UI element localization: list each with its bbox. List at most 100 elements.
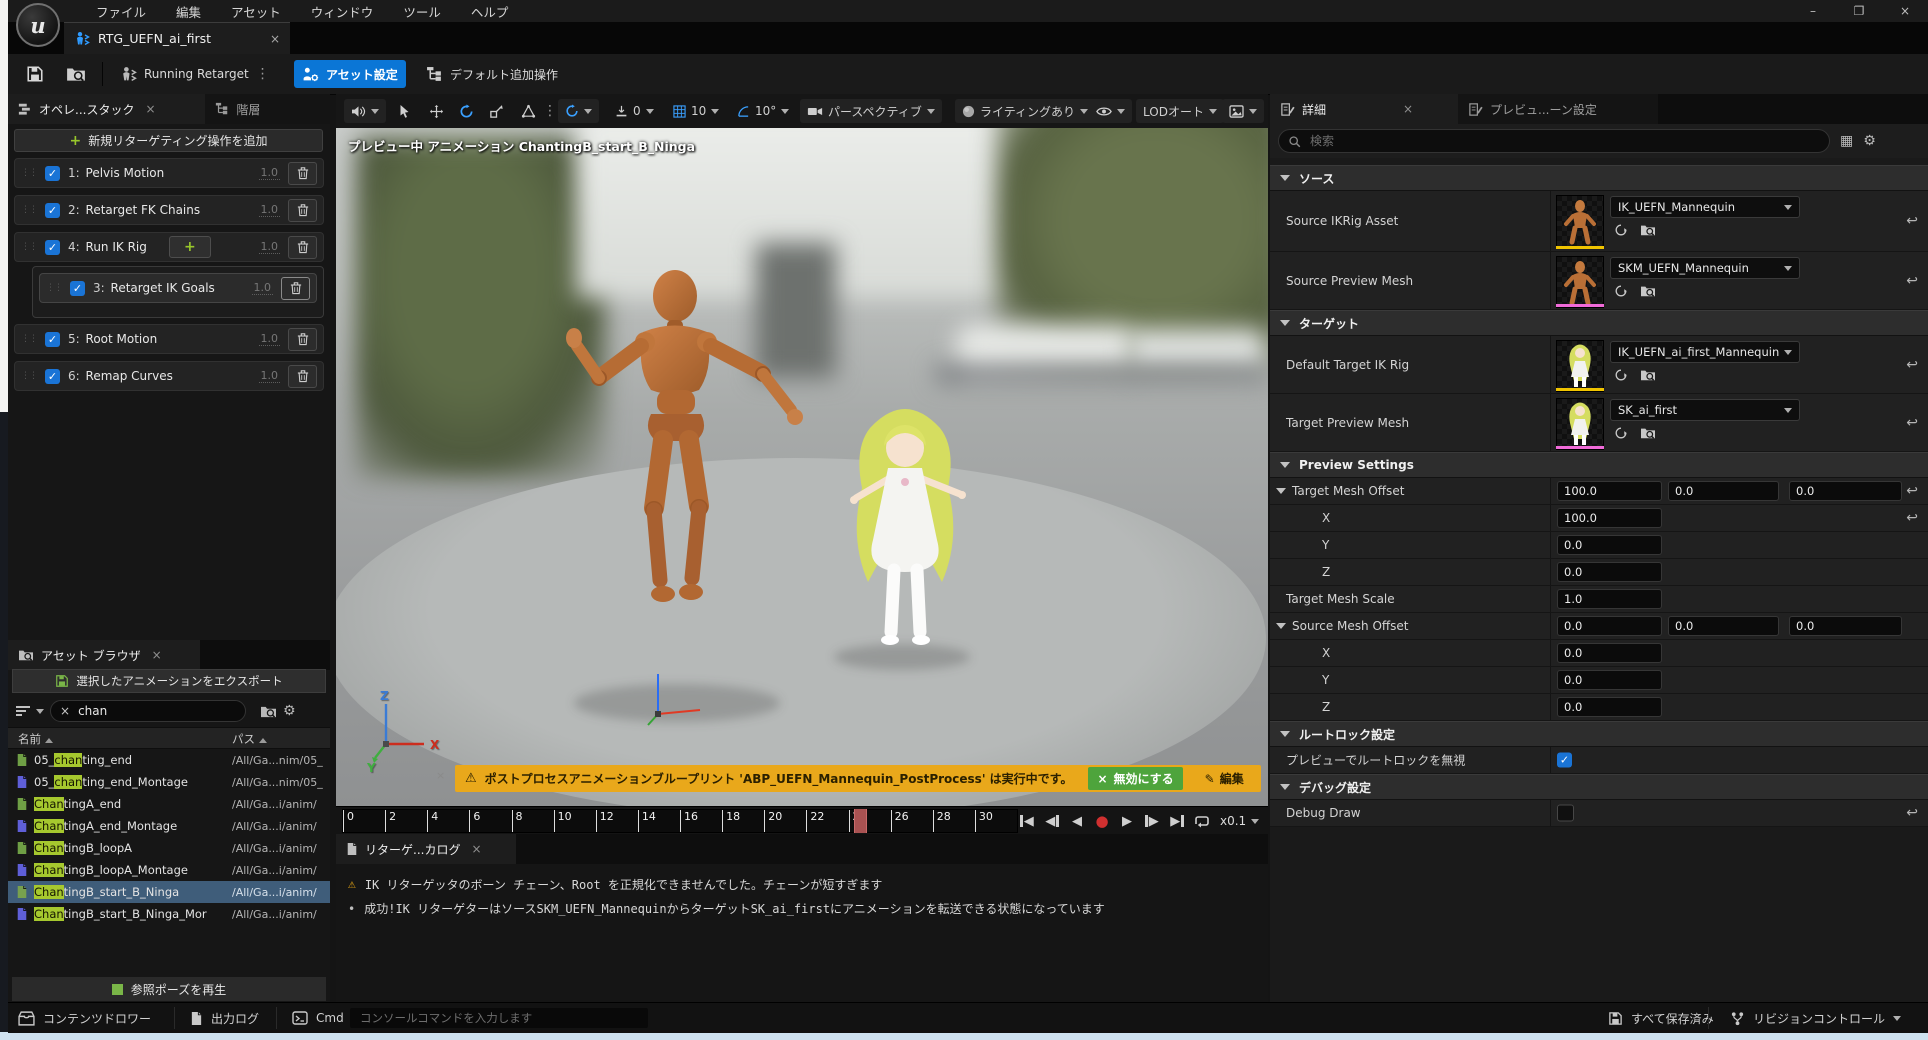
reset-icon[interactable]: ↩ (1906, 273, 1918, 289)
select-tool-button[interactable] (392, 99, 417, 123)
asset-search-box[interactable]: × (50, 700, 246, 722)
target-girl-character[interactable] (820, 386, 990, 661)
scale-field[interactable] (1557, 589, 1662, 609)
drag-handle-icon[interactable]: ⋮⋮ (46, 283, 62, 293)
play-button[interactable]: ▶ (1116, 809, 1138, 833)
op-row-remap-curves[interactable]: ⋮⋮ ✓ 6: Remap Curves 1.0 (14, 361, 324, 391)
op-checkbox[interactable]: ✓ (45, 240, 60, 255)
record-button[interactable]: ● (1091, 809, 1113, 833)
screenshot-button[interactable] (1222, 99, 1264, 123)
z-field[interactable] (1557, 562, 1662, 582)
add-child-op-button[interactable]: + (169, 236, 211, 258)
tab-details[interactable]: 詳細 × (1270, 94, 1458, 124)
op-weight[interactable]: 1.0 (259, 240, 281, 254)
tab-retarget-log[interactable]: リターゲ...カログ × (336, 834, 516, 864)
asset-browser-tab-close-icon[interactable]: × (152, 648, 162, 662)
op-stack-tab-close-icon[interactable]: × (145, 102, 155, 116)
browse-to-asset-icon[interactable] (1640, 223, 1656, 237)
reset-icon[interactable]: ↩ (1906, 357, 1918, 373)
console-command-input-box[interactable] (350, 1008, 648, 1028)
log-info-line[interactable]: • 成功!IK リターゲターはソースSKM_UEFN_Mannequinからター… (348, 900, 1105, 917)
loop-button[interactable] (1191, 809, 1213, 833)
console-input[interactable] (358, 1010, 640, 1026)
unreal-logo-icon[interactable]: u (16, 3, 60, 47)
section-preview-settings[interactable]: Preview Settings (1270, 452, 1928, 478)
scale-tool-button[interactable] (482, 99, 511, 123)
delete-op-button[interactable] (288, 162, 317, 185)
asset-row[interactable]: ChantingB_start_B_Ninga_Mor /All/Ga...i/… (8, 903, 330, 925)
use-selected-icon[interactable] (1614, 426, 1628, 440)
details-search-input[interactable] (1308, 133, 1792, 149)
browse-to-asset-icon[interactable] (1640, 284, 1656, 298)
default-chain-ops-button[interactable]: デフォルト追加操作 (418, 60, 566, 88)
coordinate-space-button[interactable] (514, 99, 543, 123)
show-flags-button[interactable] (1089, 99, 1132, 123)
edit-postprocess-button[interactable]: ✎ 編集 (1205, 770, 1244, 787)
asset-settings-button[interactable]: アセット設定 (294, 60, 406, 88)
offset-x-field[interactable] (1557, 481, 1662, 501)
section-source[interactable]: ソース (1270, 165, 1928, 191)
drag-handle-icon[interactable]: ⋮⋮ (21, 371, 37, 381)
reset-icon[interactable]: ↩ (1906, 510, 1918, 526)
section-target[interactable]: ターゲット (1270, 310, 1928, 336)
ignore-root-lock-checkbox[interactable]: ✓ (1557, 753, 1572, 768)
op-checkbox[interactable]: ✓ (45, 369, 60, 384)
tab-preview-scene-settings[interactable]: プレビュ...ーン設定 (1458, 94, 1658, 124)
play-reverse-button[interactable]: ◀ (1066, 809, 1088, 833)
go-to-end-button[interactable]: ▶ (1166, 809, 1188, 833)
go-to-start-button[interactable]: ◀ (1016, 809, 1038, 833)
debug-draw-checkbox[interactable] (1557, 805, 1574, 822)
source-mannequin-character[interactable] (555, 212, 815, 712)
playback-speed-dropdown[interactable]: x0.1 (1220, 809, 1259, 833)
tab-asset-browser[interactable]: アセット ブラウザ × (8, 640, 200, 670)
op-checkbox[interactable]: ✓ (70, 281, 85, 296)
delete-op-button[interactable] (288, 328, 317, 351)
grid-snap-button[interactable]: 10 (666, 99, 726, 123)
op-row-retarget-ik-goals[interactable]: ⋮⋮ ✓ 3: Retarget IK Goals 1.0 (39, 273, 317, 303)
all-saved-button[interactable]: すべて保存済み (1598, 1003, 1724, 1033)
asset-row[interactable]: ChantingA_end_Montage /All/Ga...i/anim/ (8, 815, 330, 837)
menu-window[interactable]: ウィンドウ (311, 2, 374, 21)
lit-mode-button[interactable]: ライティングあり (955, 99, 1095, 123)
gear-icon[interactable]: ⚙ (283, 703, 296, 719)
browse-to-asset-icon[interactable] (1640, 368, 1656, 382)
asset-row[interactable]: 05_chanting_end_Montage /All/Ga...nim/05… (8, 771, 330, 793)
details-tab-close-icon[interactable]: × (1403, 102, 1413, 116)
translate-tool-button[interactable] (422, 99, 451, 123)
warning-dismiss-icon[interactable]: × (436, 769, 445, 782)
perspective-button[interactable]: パースペクティブ (800, 99, 942, 123)
op-weight[interactable]: 1.0 (259, 369, 281, 383)
op-weight[interactable]: 1.0 (259, 166, 281, 180)
lod-button[interactable]: LODオート (1136, 99, 1224, 123)
grid-view-icon[interactable]: ▦ (1840, 133, 1853, 149)
gear-icon[interactable]: ⚙ (1863, 133, 1876, 149)
browse-to-asset-icon[interactable] (1640, 426, 1656, 440)
timeline-playhead[interactable] (854, 809, 867, 833)
menu-asset[interactable]: アセット (231, 2, 281, 21)
filter-icon[interactable] (16, 706, 30, 716)
x-field[interactable] (1557, 508, 1662, 528)
mesh-thumbnail[interactable] (1556, 256, 1604, 308)
details-search-box[interactable] (1278, 129, 1830, 153)
offset-y-field[interactable] (1668, 481, 1779, 501)
op-row-pelvis-motion[interactable]: ⋮⋮ ✓ 1: Pelvis Motion 1.0 (14, 158, 324, 188)
asset-row[interactable]: 05_chanting_end /All/Ga...nim/05_ (8, 749, 330, 771)
maximize-button[interactable]: ❐ (1836, 0, 1882, 22)
output-log-button[interactable]: 出力ログ (180, 1003, 269, 1033)
asset-row[interactable]: ChantingB_loopA /All/Ga...i/anim/ (8, 837, 330, 859)
export-animations-button[interactable]: 選択したアニメーションをエクスポート (12, 669, 326, 693)
offset-z-field[interactable] (1789, 616, 1902, 636)
viewport[interactable]: ⋮ 0 10 10° パースペクティブ (336, 94, 1268, 1002)
reset-icon[interactable]: ↩ (1906, 415, 1918, 431)
rotation-snap-button[interactable]: 10° (730, 99, 796, 123)
play-reference-pose-button[interactable]: 参照ポーズを再生 (12, 977, 326, 1001)
z-field[interactable] (1557, 697, 1662, 717)
op-row-retarget-fk-chains[interactable]: ⋮⋮ ✓ 2: Retarget FK Chains 1.0 (14, 195, 324, 225)
reset-icon[interactable]: ↩ (1906, 483, 1918, 499)
drag-handle-icon[interactable]: ⋮⋮ (21, 334, 37, 344)
menu-edit[interactable]: 編集 (176, 2, 201, 21)
op-weight[interactable]: 1.0 (259, 332, 281, 346)
source-mesh-dropdown[interactable]: SKM_UEFN_Mannequin (1610, 257, 1800, 279)
op-row-run-ik-rig[interactable]: ⋮⋮ ✓ 4: Run IK Rig + 1.0 (14, 232, 324, 262)
toolbar-kebab[interactable]: ⋮ (540, 99, 560, 123)
